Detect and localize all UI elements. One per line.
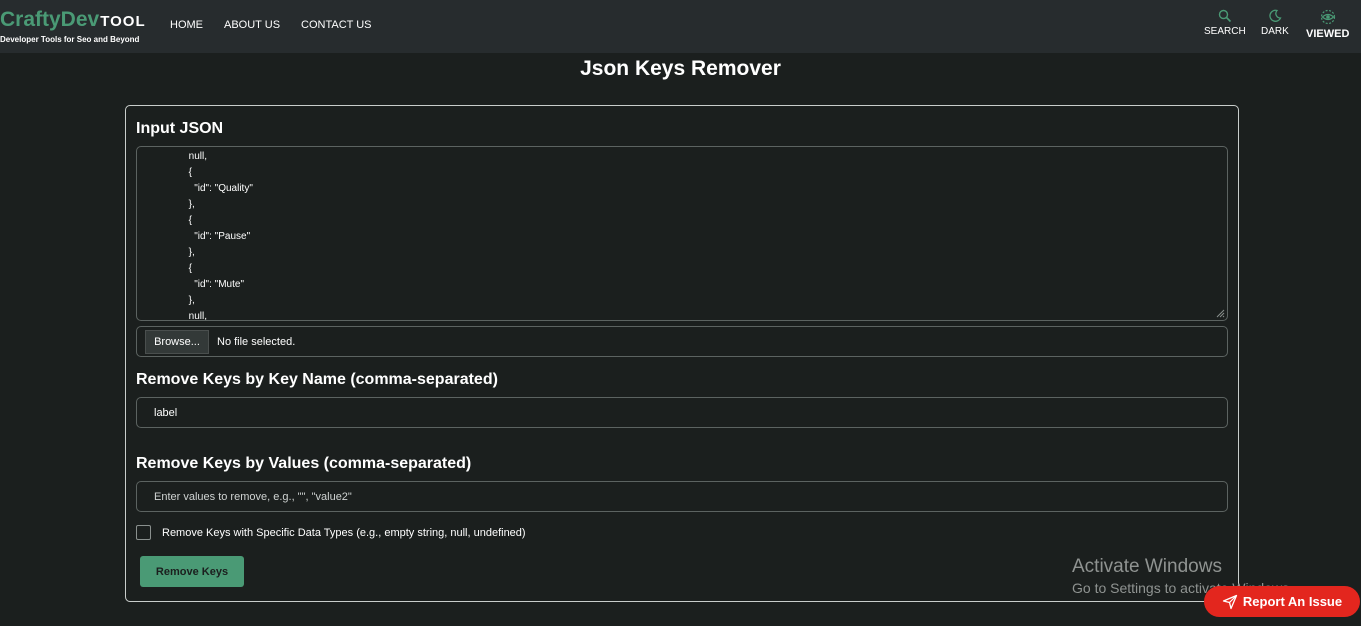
logo-tagline: Developer Tools for Seo and Beyond <box>0 35 140 44</box>
viewed-button[interactable]: VIEWED <box>1306 9 1349 40</box>
page-title: Json Keys Remover <box>580 57 781 80</box>
viewed-label: VIEWED <box>1306 28 1350 40</box>
moon-icon <box>1269 9 1282 22</box>
input-json-label: Input JSON <box>136 120 224 137</box>
file-upload: Browse... No file selected. <box>136 326 1228 357</box>
nav-home-link[interactable]: HOME <box>170 19 203 31</box>
main-nav: HOME ABOUT US CONTACT US <box>170 19 372 31</box>
keys-by-values-input[interactable] <box>136 481 1228 512</box>
json-input-content: null, { "id": "Quality" }, { "id": "Paus… <box>188 151 253 321</box>
file-status: No file selected. <box>217 335 296 348</box>
top-navbar: CraftyDev TOOL Developer Tools for Seo a… <box>0 0 1361 53</box>
keys-by-name-input[interactable] <box>136 397 1228 428</box>
nav-about-link[interactable]: ABOUT US <box>224 19 280 31</box>
watermark-title: Activate Windows <box>1072 556 1222 577</box>
logo-text-crafty: CraftyDev <box>0 8 100 31</box>
json-remover-form: Input JSON null, { "id": "Quality" }, { … <box>125 105 1239 602</box>
datatype-checkbox-label[interactable]: Remove Keys with Specific Data Types (e.… <box>162 527 526 539</box>
browse-button[interactable]: Browse... <box>145 329 209 354</box>
datatype-checkbox[interactable] <box>136 525 151 540</box>
json-input-textarea[interactable]: null, { "id": "Quality" }, { "id": "Paus… <box>136 146 1228 321</box>
send-icon <box>1222 594 1238 609</box>
datatype-option: Remove Keys with Specific Data Types (e.… <box>136 525 526 540</box>
report-issue-label: Report An Issue <box>1242 594 1343 609</box>
resize-grip-icon[interactable] <box>1215 308 1225 318</box>
search-icon <box>1218 9 1231 23</box>
eye-icon <box>1320 9 1335 25</box>
report-issue-button[interactable]: Report An Issue <box>1204 586 1360 617</box>
dark-mode-label: DARK <box>1261 26 1289 37</box>
dark-mode-button[interactable]: DARK <box>1261 9 1289 37</box>
search-label: SEARCH <box>1204 26 1246 37</box>
remove-keys-button[interactable]: Remove Keys <box>140 556 244 587</box>
keys-by-name-label: Remove Keys by Key Name (comma-separated… <box>136 371 498 388</box>
keys-by-values-label: Remove Keys by Values (comma-separated) <box>136 455 472 472</box>
nav-contact-link[interactable]: CONTACT US <box>301 19 372 31</box>
search-button[interactable]: SEARCH <box>1204 9 1246 37</box>
logo-text-tool: TOOL <box>100 13 146 30</box>
site-logo[interactable]: CraftyDev TOOL Developer Tools for Seo a… <box>0 8 146 44</box>
